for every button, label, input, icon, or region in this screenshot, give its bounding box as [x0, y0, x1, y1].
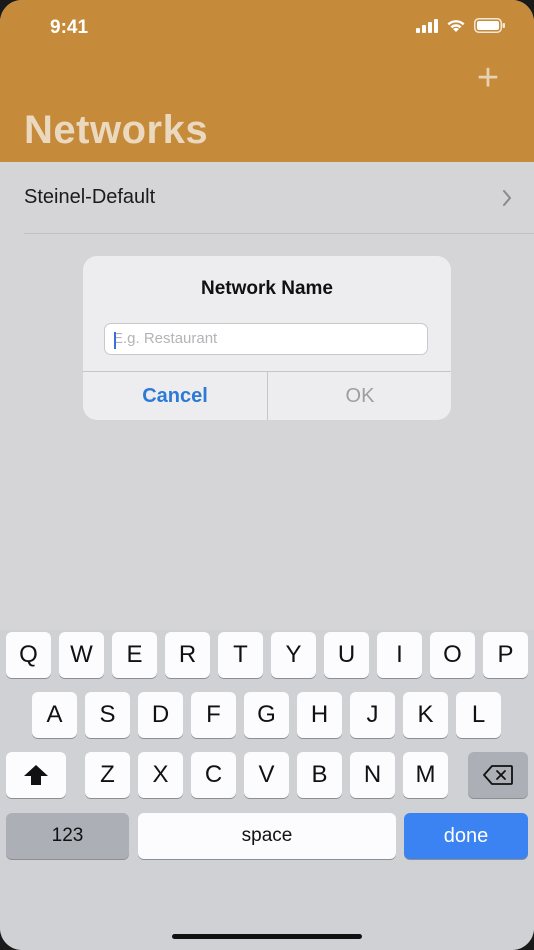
- wifi-icon: [447, 20, 465, 32]
- input-placeholder: E.g. Restaurant: [113, 330, 218, 347]
- numbers-key[interactable]: 123: [6, 813, 129, 859]
- key-a[interactable]: A: [32, 692, 77, 738]
- key-x[interactable]: X: [138, 752, 183, 798]
- battery-icon: [474, 18, 505, 33]
- space-key[interactable]: space: [138, 813, 396, 859]
- key-s[interactable]: S: [85, 692, 130, 738]
- key-j[interactable]: J: [350, 692, 395, 738]
- key-p[interactable]: P: [483, 632, 528, 678]
- key-y[interactable]: Y: [271, 632, 316, 678]
- status-icons: [416, 18, 506, 33]
- status-time: 9:41: [50, 17, 89, 38]
- row-divider: [24, 233, 534, 234]
- shift-arrow-icon: [24, 765, 48, 785]
- backspace-icon: [483, 765, 513, 785]
- key-k[interactable]: K: [403, 692, 448, 738]
- cancel-button[interactable]: Cancel: [83, 372, 267, 420]
- cellular-signal-icon: [416, 18, 438, 33]
- navigation-header: 9:41 + Networks: [0, 0, 534, 162]
- key-h[interactable]: H: [297, 692, 342, 738]
- alert-title: Network Name: [201, 278, 333, 299]
- network-name-input[interactable]: E.g. Restaurant: [104, 323, 428, 355]
- keyboard: Q W E R T Y U I O P A S D F G H J K L Z …: [0, 630, 534, 950]
- key-u[interactable]: U: [324, 632, 369, 678]
- network-name-alert: Network Name E.g. Restaurant Cancel OK: [83, 256, 451, 420]
- key-b[interactable]: B: [297, 752, 342, 798]
- text-cursor: [114, 332, 116, 349]
- key-r[interactable]: R: [165, 632, 210, 678]
- key-v[interactable]: V: [244, 752, 289, 798]
- key-f[interactable]: F: [191, 692, 236, 738]
- key-o[interactable]: O: [430, 632, 475, 678]
- key-n[interactable]: N: [350, 752, 395, 798]
- shift-key[interactable]: [6, 752, 66, 798]
- key-i[interactable]: I: [377, 632, 422, 678]
- page-title: Networks: [24, 108, 209, 152]
- key-m[interactable]: M: [403, 752, 448, 798]
- list-item-label: Steinel-Default: [24, 186, 156, 208]
- chevron-right-icon: [503, 190, 511, 206]
- phone-screen: 9:41 + Networks Steinel-Default Network …: [0, 0, 534, 950]
- done-key[interactable]: done: [404, 813, 528, 859]
- key-q[interactable]: Q: [6, 632, 51, 678]
- key-w[interactable]: W: [59, 632, 104, 678]
- key-t[interactable]: T: [218, 632, 263, 678]
- list-item-network[interactable]: Steinel-Default: [0, 162, 534, 234]
- key-c[interactable]: C: [191, 752, 236, 798]
- home-indicator[interactable]: [172, 934, 362, 939]
- key-d[interactable]: D: [138, 692, 183, 738]
- key-e[interactable]: E: [112, 632, 157, 678]
- delete-key[interactable]: [468, 752, 528, 798]
- key-l[interactable]: L: [456, 692, 501, 738]
- add-network-button[interactable]: +: [468, 58, 508, 98]
- key-z[interactable]: Z: [85, 752, 130, 798]
- key-g[interactable]: G: [244, 692, 289, 738]
- ok-button[interactable]: OK: [268, 372, 451, 420]
